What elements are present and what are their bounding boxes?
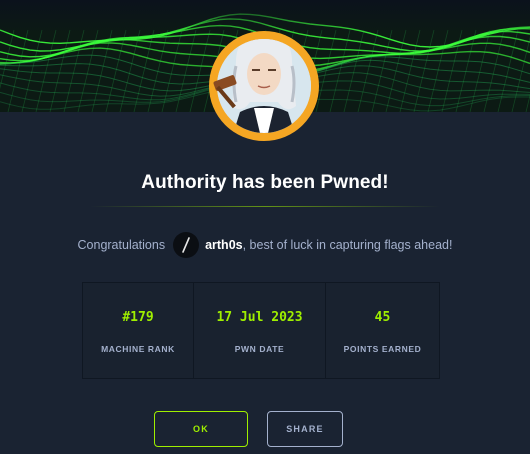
title-divider <box>90 206 440 207</box>
stat-label: POINTS EARNED <box>343 344 422 354</box>
username: arth0s <box>205 238 243 252</box>
user-avatar <box>173 232 200 258</box>
pwned-title: Authority has been Pwned! <box>141 172 389 193</box>
stat-label: MACHINE RANK <box>101 344 175 354</box>
share-button[interactable]: SHARE <box>267 411 343 447</box>
stat-pwn-date: 17 Jul 2023 PWN DATE <box>194 283 326 378</box>
congrats-prefix: Congratulations <box>77 238 166 252</box>
stats-panel: #179 MACHINE RANK 17 Jul 2023 PWN DATE 4… <box>82 282 440 379</box>
slash-icon <box>182 237 190 253</box>
stat-machine-rank: #179 MACHINE RANK <box>83 283 194 378</box>
stat-value: 17 Jul 2023 <box>216 310 303 325</box>
stat-label: PWN DATE <box>234 344 285 354</box>
congrats-suffix: , best of luck in capturing flags ahead! <box>242 238 453 252</box>
machine-avatar <box>206 22 322 150</box>
stat-value: 45 <box>374 310 391 325</box>
ok-button[interactable]: OK <box>154 411 248 447</box>
stat-value: #179 <box>122 310 154 325</box>
stat-points-earned: 45 POINTS EARNED <box>326 283 439 378</box>
congratulations-message: Congratulations arth0s , best of luck in… <box>0 230 530 260</box>
